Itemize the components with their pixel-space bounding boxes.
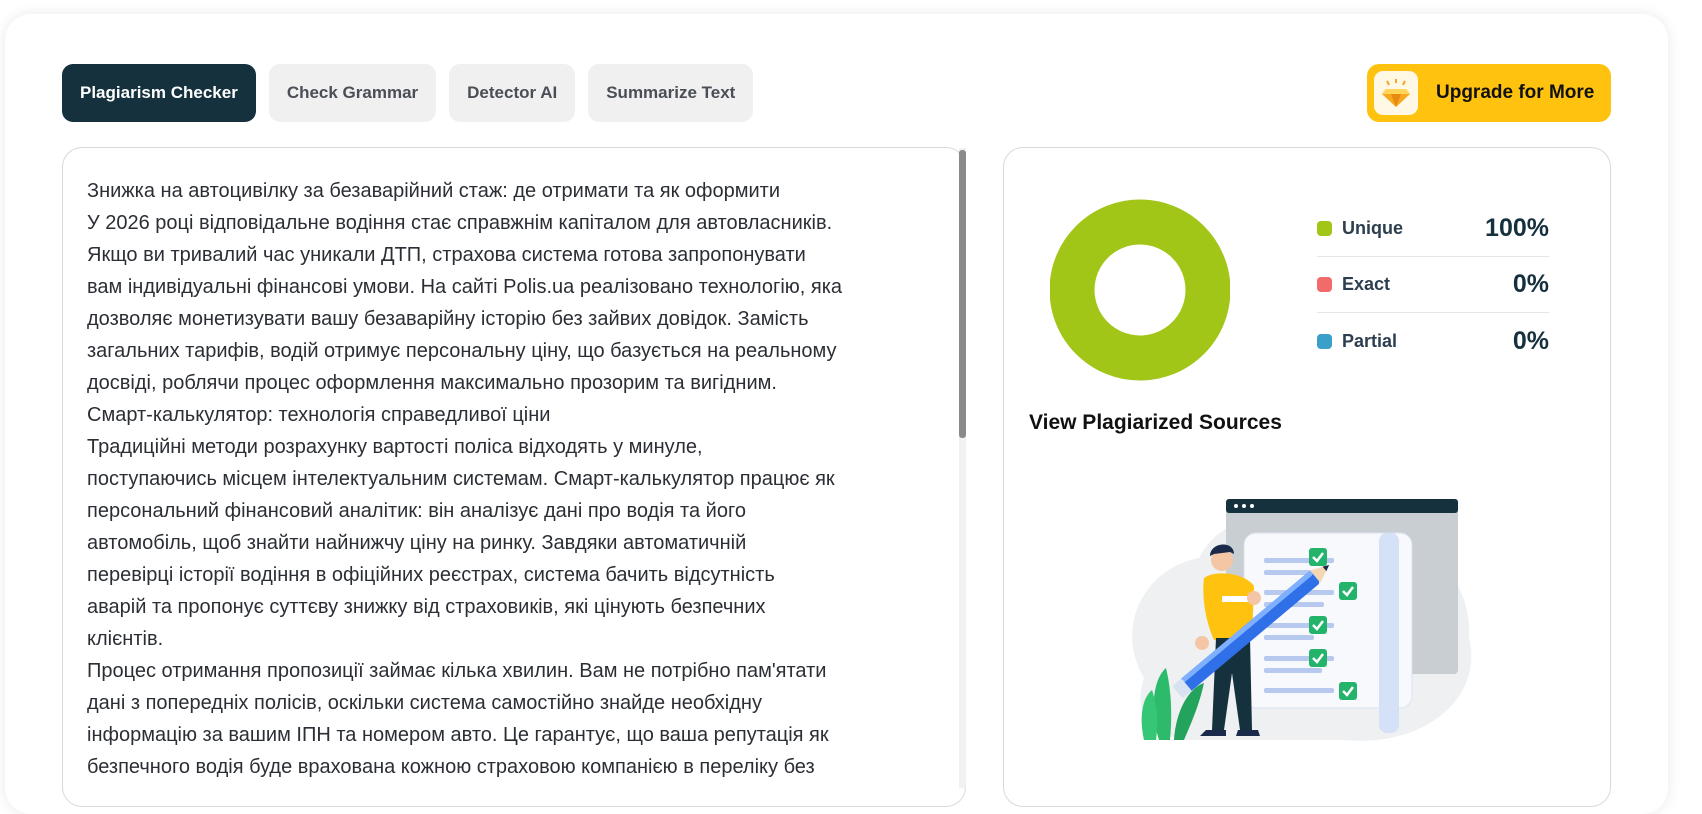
- upgrade-button[interactable]: Upgrade for More: [1367, 64, 1611, 122]
- text-editor[interactable]: Знижка на автоцивілку за безаварійний ст…: [62, 147, 966, 807]
- uniqueness-donut: [1050, 199, 1230, 381]
- editor-text[interactable]: Знижка на автоцивілку за безаварійний ст…: [87, 175, 947, 783]
- tab-plagiarism-checker[interactable]: Plagiarism Checker: [62, 64, 256, 122]
- checklist-illustration-icon: [1132, 499, 1472, 741]
- partial-dot-icon: [1317, 333, 1332, 349]
- legend-name: Exact: [1342, 274, 1391, 294]
- legend-row-partial: Partial 0%: [1317, 313, 1549, 369]
- tab-detector-ai[interactable]: Detector AI: [449, 64, 576, 122]
- editor-scrollbar-thumb[interactable]: [959, 150, 966, 438]
- legend-value: 100%: [1485, 214, 1549, 242]
- exact-dot-icon: [1317, 277, 1332, 292]
- tool-tabs: Plagiarism Checker Check Grammar Detecto…: [62, 64, 754, 122]
- legend-row-exact: Exact 0%: [1317, 257, 1549, 313]
- unique-dot-icon: [1317, 221, 1332, 236]
- results-panel: Unique 100% Exact 0% Partial 0% View Pla…: [1003, 147, 1611, 807]
- legend-name: Unique: [1342, 218, 1403, 238]
- upgrade-label: Upgrade for More: [1436, 82, 1595, 103]
- donut-unique-segment: [1050, 199, 1230, 381]
- result-legend: Unique 100% Exact 0% Partial 0%: [1317, 201, 1549, 369]
- legend-name: Partial: [1342, 330, 1398, 351]
- legend-value: 0%: [1512, 270, 1549, 298]
- tab-check-grammar[interactable]: Check Grammar: [268, 64, 437, 122]
- legend-row-unique: Unique 100%: [1317, 201, 1549, 257]
- diamond-icon: [1374, 71, 1418, 115]
- legend-value: 0%: [1512, 326, 1549, 355]
- view-plagiarized-sources-link[interactable]: View Plagiarized Sources: [1029, 411, 1282, 435]
- tab-summarize-text[interactable]: Summarize Text: [588, 64, 754, 122]
